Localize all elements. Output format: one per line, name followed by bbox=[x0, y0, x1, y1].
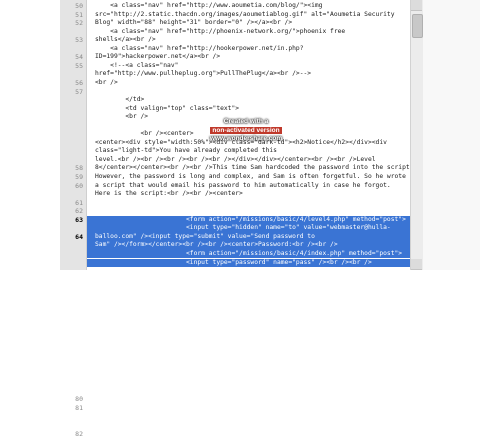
line-number: 53 bbox=[75, 36, 83, 45]
code-line[interactable]: <a class="nav" href="http://hookerpower.… bbox=[95, 45, 303, 53]
code-line[interactable]: level.<br /><br /><br /><br /><br /></di… bbox=[95, 156, 376, 164]
line-number: 52 bbox=[75, 19, 83, 28]
code-line[interactable]: Blog" width="88" height="31" border="0" … bbox=[95, 19, 292, 27]
scroll-down-arrow-icon[interactable] bbox=[411, 259, 422, 270]
line-number: 50 bbox=[75, 2, 83, 10]
code-line[interactable]: balloo.com" /><input type="submit" value… bbox=[95, 233, 315, 241]
code-line[interactable]: <input type="password" name="pass" /><br… bbox=[95, 259, 372, 267]
code-line[interactable]: src="http://2.static.thacdn.org/images/a… bbox=[95, 11, 395, 19]
line-number: 60 bbox=[75, 181, 83, 190]
line-number: 57 bbox=[75, 87, 83, 96]
code-line[interactable]: class="light-td">You have already comple… bbox=[95, 147, 277, 155]
line-number: 63 bbox=[75, 215, 83, 224]
watermark-line-2: non-activated version bbox=[210, 126, 282, 134]
line-number: 82 bbox=[75, 429, 83, 438]
line-number: 58 bbox=[75, 164, 83, 173]
code-line[interactable]: <input type="hidden" name="to" value="we… bbox=[95, 224, 391, 232]
code-line[interactable]: <td valign="top" class="text"> bbox=[95, 105, 239, 113]
code-line[interactable]: <br /> bbox=[95, 79, 118, 87]
line-number: 61 bbox=[75, 198, 83, 207]
code-line[interactable]: <form action="/missions/basic/4/level4.p… bbox=[95, 216, 406, 224]
code-line[interactable]: <!--<a class="nav" bbox=[95, 62, 178, 70]
vertical-scrollbar[interactable] bbox=[410, 0, 423, 270]
scroll-up-arrow-icon[interactable] bbox=[411, 0, 422, 11]
line-number: 81 bbox=[75, 403, 83, 412]
code-line[interactable]: </td> bbox=[95, 96, 144, 104]
watermark-line-3: www.wondershare.com bbox=[209, 135, 283, 142]
code-line[interactable]: <form action="/missions/basic/4/index.ph… bbox=[95, 250, 402, 258]
left-window-region bbox=[0, 0, 60, 270]
code-line[interactable]: href="http://www.pullheplug.org">PullThe… bbox=[95, 70, 311, 78]
line-number-gutter: 50 51 52 53 54 55 56 57 58 59 60 61 62 63 64 80 81 82 bbox=[60, 0, 87, 437]
right-window-region bbox=[423, 0, 480, 270]
code-line[interactable]: <br /> bbox=[95, 113, 148, 121]
code-line[interactable]: 8</center></center><br /><br />This time… bbox=[95, 164, 410, 172]
code-line[interactable]: Here is the script:<br /><br /><center> bbox=[95, 190, 243, 198]
code-line[interactable]: Sam" /></form></center><br /><br /><cent… bbox=[95, 241, 338, 249]
line-number: 80 bbox=[75, 395, 83, 404]
code-line[interactable]: <a class="nav" href="http://www.aoumetia… bbox=[95, 2, 322, 10]
code-line[interactable]: However, the password is long and comple… bbox=[95, 173, 406, 181]
recording-watermark: Created with a non-activated version www… bbox=[196, 118, 296, 144]
code-line[interactable]: shells</a><br /> bbox=[95, 36, 156, 44]
line-number: 55 bbox=[75, 61, 83, 70]
watermark-line-1: Created with a bbox=[223, 118, 269, 125]
code-line[interactable]: <br /><center> bbox=[95, 130, 193, 138]
line-number: 56 bbox=[75, 78, 83, 87]
scroll-thumb[interactable] bbox=[412, 14, 423, 38]
line-number: 62 bbox=[75, 207, 83, 216]
line-number: 51 bbox=[75, 10, 83, 19]
line-number: 54 bbox=[75, 53, 83, 62]
line-number: 59 bbox=[75, 173, 83, 181]
code-line[interactable]: <a class="nav" href="http://phoenix-netw… bbox=[95, 28, 345, 36]
line-number: 64 bbox=[75, 232, 83, 241]
code-line[interactable]: a script that would email his password t… bbox=[95, 182, 391, 190]
code-line[interactable]: ID=199">hackerpower.net</a><br /> bbox=[95, 53, 220, 61]
